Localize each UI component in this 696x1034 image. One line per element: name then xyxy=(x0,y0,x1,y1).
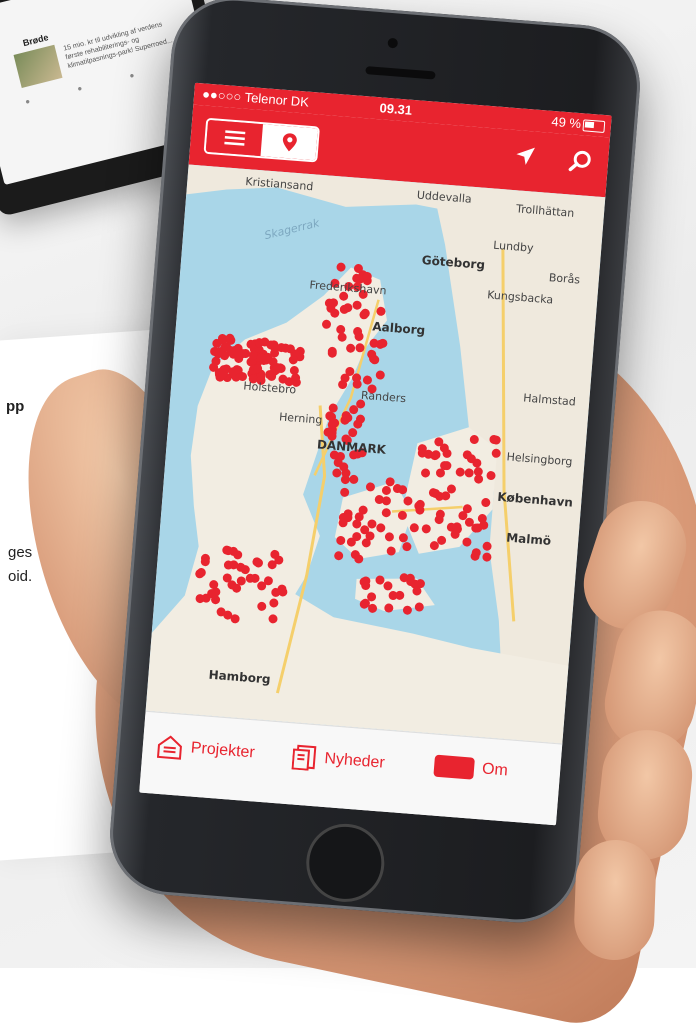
phone: ●●○○○ Telenor DK 09.31 49 % Kristiansand… xyxy=(105,0,645,928)
list-icon xyxy=(223,130,245,146)
news-icon xyxy=(291,744,317,771)
phone-screen: ●●○○○ Telenor DK 09.31 49 % Kristiansand… xyxy=(139,82,612,826)
tab-om[interactable]: Om xyxy=(433,754,509,783)
brand-logo-icon xyxy=(433,754,475,780)
hand-finger-4 xyxy=(572,838,658,962)
view-toggle xyxy=(203,117,320,163)
map-view-button[interactable] xyxy=(260,124,318,161)
front-camera xyxy=(387,37,399,49)
laptop-post-thumbnail xyxy=(13,44,63,88)
search-icon[interactable] xyxy=(567,148,593,174)
project-marker[interactable] xyxy=(349,474,359,485)
project-marker[interactable] xyxy=(402,542,412,552)
tab-projekter-label: Projekter xyxy=(190,739,256,762)
earpiece-speaker xyxy=(365,66,436,80)
tab-projekter[interactable]: Projekter xyxy=(156,733,256,767)
tab-nyheder[interactable]: Nyheder xyxy=(291,743,385,776)
map-label-boras: Borås xyxy=(548,271,581,287)
home-button[interactable] xyxy=(303,820,388,905)
battery-percent: 49 % xyxy=(550,113,582,132)
location-arrow-icon[interactable] xyxy=(513,144,537,168)
side-text-3: oid. xyxy=(8,568,33,585)
tab-nyheder-label: Nyheder xyxy=(323,749,386,772)
clock: 09.31 xyxy=(379,100,413,118)
side-text-1: pp xyxy=(6,398,25,415)
laptop-nav-icon-1: ● xyxy=(24,96,32,107)
tab-om-label: Om xyxy=(481,760,509,780)
project-marker[interactable] xyxy=(375,370,385,380)
list-view-button[interactable] xyxy=(205,119,264,157)
laptop-nav-icon-3: ● xyxy=(128,70,136,81)
map-pin-icon xyxy=(282,133,297,152)
side-text-2: ges xyxy=(8,544,33,561)
nav-actions xyxy=(513,144,593,174)
laptop-nav-icon-2: ● xyxy=(76,83,84,94)
project-marker[interactable] xyxy=(336,262,346,272)
project-marker[interactable] xyxy=(340,487,350,497)
laptop-post-name: Brøde xyxy=(21,32,50,49)
house-icon xyxy=(156,735,182,760)
map-view[interactable]: Kristiansand Skagerrak Uddevalla Trollhä… xyxy=(145,164,606,744)
battery-icon xyxy=(582,119,606,133)
project-marker[interactable] xyxy=(362,375,373,385)
project-marker[interactable] xyxy=(334,551,344,561)
